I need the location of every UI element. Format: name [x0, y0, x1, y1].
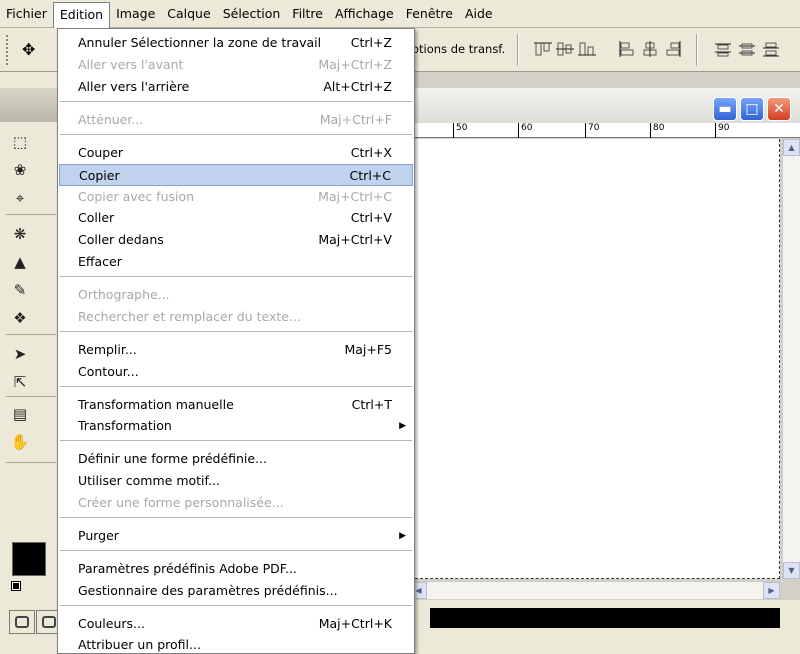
align-middle-icon[interactable]	[556, 41, 574, 57]
align-left-icon[interactable]	[618, 41, 636, 57]
menu-item-definir-forme[interactable]: Définir une forme prédéfinie...	[59, 448, 413, 470]
menu-item-contour[interactable]: Contour...	[59, 361, 413, 383]
menu-item-gestionnaire-parametres[interactable]: Gestionnaire des paramètres prédéfinis..…	[59, 580, 413, 602]
menu-selection[interactable]: Sélection	[217, 2, 287, 26]
menu-item-couper[interactable]: Couper Ctrl+X	[59, 142, 413, 164]
menu-filtre[interactable]: Filtre	[286, 2, 329, 26]
toolbar-separator	[696, 34, 698, 66]
menu-item-rechercher-remplacer: Rechercher et remplacer du texte...	[78, 309, 301, 324]
standard-mode-icon[interactable]	[9, 610, 35, 634]
default-colors-icon[interactable]	[11, 581, 21, 591]
toolbox-separator	[6, 334, 56, 335]
menu-separator	[60, 440, 412, 441]
menu-item-aller-vers-arriere[interactable]: Aller vers l'arrière Alt+Ctrl+Z	[59, 76, 413, 98]
ruler-tick-label: 60	[518, 123, 532, 138]
menu-item-remplir[interactable]: Remplir... Maj+F5	[59, 339, 413, 361]
toolbox-separator	[6, 214, 56, 215]
hand-tool-icon[interactable]: ✋	[8, 430, 32, 454]
horizontal-scrollbar[interactable]: ◀ ▶	[410, 581, 780, 599]
distribute-bottom-icon[interactable]	[762, 41, 780, 57]
minimize-button[interactable]: ▬	[713, 97, 737, 121]
ruler-tick-label: 70	[585, 123, 599, 138]
menu-item-orthographe: Orthographe...	[78, 287, 170, 302]
ruler-tick-label: 90	[715, 123, 729, 138]
menu-separator	[60, 605, 412, 606]
maximize-button[interactable]: □	[740, 97, 764, 121]
menu-item-parametres-pdf[interactable]: Paramètres prédéfinis Adobe PDF...	[59, 558, 413, 580]
toolbox-separator	[6, 396, 56, 397]
align-top-icon[interactable]	[534, 41, 552, 57]
transform-options-label[interactable]: otions de transf.	[412, 42, 505, 56]
submenu-arrow-icon: ▶	[399, 531, 406, 541]
close-button[interactable]: ✕	[767, 97, 791, 121]
align-center-icon[interactable]	[641, 41, 659, 57]
toolbar-separator	[517, 34, 519, 66]
menu-fichier[interactable]: Fichier	[0, 2, 53, 26]
menu-item-aller-vers-avant: Aller vers l'avant Maj+Ctrl+Z	[78, 57, 392, 72]
palette-bar	[430, 608, 780, 628]
stamp-tool-icon[interactable]: ▲	[8, 250, 32, 274]
healing-tool-icon[interactable]: ❋	[8, 222, 32, 246]
menu-separator	[60, 134, 412, 135]
menu-calque[interactable]: Calque	[161, 2, 216, 26]
menu-item-copier[interactable]: Copier Ctrl+C	[59, 164, 413, 186]
menu-separator	[60, 386, 412, 387]
menu-aide[interactable]: Aide	[459, 2, 499, 26]
menu-item-transformation-manuelle[interactable]: Transformation manuelle Ctrl+T	[59, 394, 413, 416]
path-selection-tool-icon[interactable]: ➤	[8, 342, 32, 366]
distribute-top-icon[interactable]	[714, 41, 732, 57]
ruler-tick-label: 50	[453, 123, 467, 138]
menu-separator	[60, 331, 412, 332]
menu-item-attenuer: Atténuer... Maj+Ctrl+F	[78, 112, 392, 127]
menu-item-annuler[interactable]: Annuler Sélectionner la zone de travail C…	[59, 32, 413, 54]
menu-item-effacer[interactable]: Effacer	[59, 251, 413, 273]
menu-item-attribuer-profil[interactable]: Attribuer un profil...	[59, 634, 413, 654]
menu-edition[interactable]: Edition	[52, 1, 111, 28]
scroll-down-icon[interactable]: ▼	[783, 562, 800, 579]
align-bottom-icon[interactable]	[578, 41, 596, 57]
scroll-right-icon[interactable]: ▶	[763, 582, 780, 599]
horizontal-ruler: 50 60 70 80 90	[410, 123, 800, 138]
menu-separator	[60, 101, 412, 102]
menu-item-copier-avec-fusion: Copier avec fusion Maj+Ctrl+C	[78, 189, 392, 204]
edit-menu-dropdown: Annuler Sélectionner la zone de travail C…	[57, 28, 415, 654]
marquee-tool-icon[interactable]: ⬚	[8, 130, 32, 154]
crop-tool-icon[interactable]: ⌖	[8, 186, 32, 210]
menu-item-couleurs[interactable]: Couleurs... Maj+Ctrl+K	[59, 613, 413, 635]
toolbox: ⬚ ❀ ⌖ ❋ ▲ ✎ ❖ ➤ ⇱ ▤ ✋	[0, 72, 62, 654]
distribute-middle-icon[interactable]	[738, 41, 756, 57]
move-tool-icon[interactable]: ✥	[22, 40, 35, 59]
blur-tool-icon[interactable]: ❖	[8, 306, 32, 330]
notes-tool-icon[interactable]: ▤	[8, 402, 32, 426]
pen-tool-icon[interactable]: ⇱	[8, 370, 32, 394]
submenu-arrow-icon: ▶	[399, 421, 406, 431]
menu-separator	[60, 276, 412, 277]
lasso-tool-icon[interactable]: ❀	[8, 158, 32, 182]
menu-item-purger[interactable]: Purger ▶	[59, 525, 413, 547]
menu-item-creer-forme: Créer une forme personnalisée...	[78, 495, 284, 510]
toolbar-grip[interactable]	[6, 35, 10, 65]
scroll-up-icon[interactable]: ▲	[783, 139, 800, 156]
image-canvas[interactable]	[410, 139, 780, 579]
menu-item-transformation[interactable]: Transformation ▶	[59, 415, 413, 437]
align-right-icon[interactable]	[664, 41, 682, 57]
menu-fenetre[interactable]: Fenêtre	[400, 2, 459, 26]
ruler-tick-label: 80	[650, 123, 664, 138]
menu-item-coller-dedans[interactable]: Coller dedans Maj+Ctrl+V	[59, 229, 413, 251]
vertical-scrollbar[interactable]: ▲ ▼	[782, 139, 800, 579]
foreground-color-swatch[interactable]	[12, 542, 46, 576]
menu-bar: Fichier Edition Image Calque Sélection F…	[0, 0, 800, 28]
menu-separator	[60, 550, 412, 551]
menu-separator	[60, 517, 412, 518]
menu-image[interactable]: Image	[110, 2, 161, 26]
eraser-tool-icon[interactable]: ✎	[8, 278, 32, 302]
toolbox-separator	[6, 462, 56, 463]
menu-affichage[interactable]: Affichage	[329, 2, 400, 26]
menu-item-utiliser-motif[interactable]: Utiliser comme motif...	[59, 470, 413, 492]
toolbox-header[interactable]	[0, 88, 60, 122]
menu-item-coller[interactable]: Coller Ctrl+V	[59, 207, 413, 229]
